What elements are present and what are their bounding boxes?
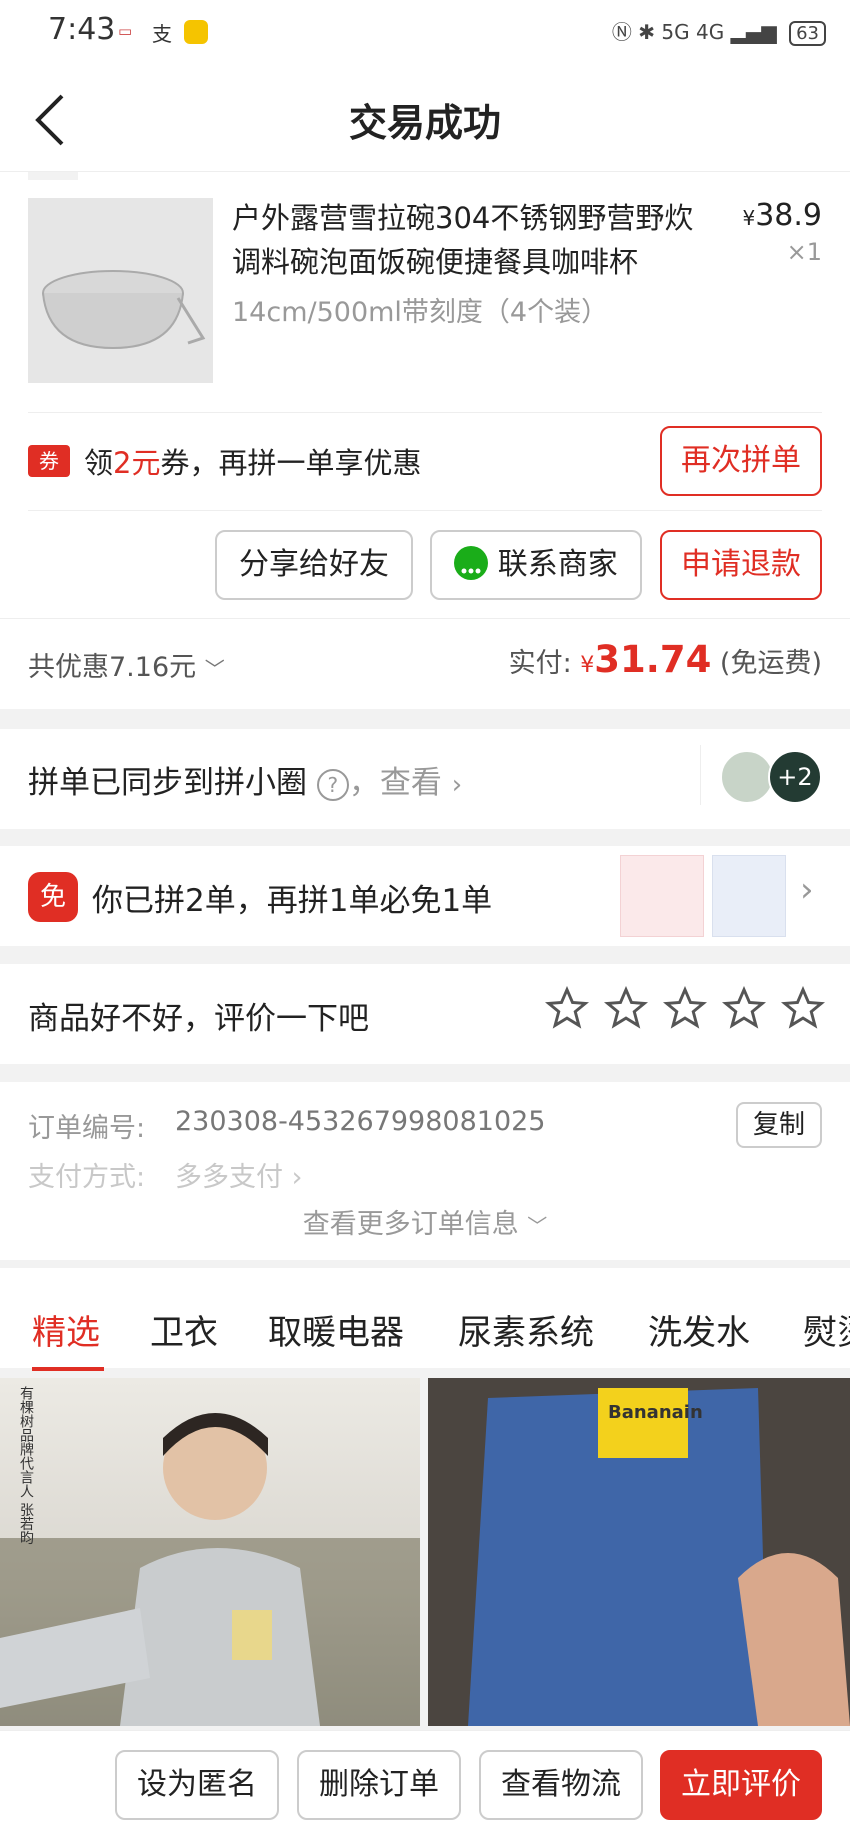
- feed-item-caption: 有棵树品牌代言人 张若昀: [18, 1386, 34, 1545]
- tab-ironing[interactable]: 熨烫: [803, 1305, 850, 1354]
- promo-thumbnail[interactable]: [620, 855, 704, 937]
- tab-indicator: [32, 1367, 104, 1371]
- copy-button[interactable]: 复制: [736, 1102, 822, 1148]
- star-icon[interactable]: [604, 986, 648, 1030]
- sync-text-wrap: 拼单已同步到拼小圈 ? ，查看 ›: [28, 757, 462, 802]
- star-icon[interactable]: [722, 986, 766, 1030]
- feed-item-caption: Bananain: [608, 1402, 703, 1423]
- sync-text: 拼单已同步到拼小圈: [28, 765, 307, 801]
- product-quantity: ×1: [786, 238, 822, 266]
- chevron-right-icon: ›: [291, 1162, 303, 1193]
- bluetooth-icon: ✱: [638, 20, 656, 44]
- discount-summary[interactable]: 共优惠7.16元 ﹀: [28, 645, 225, 684]
- sync-view-link[interactable]: ，查看: [349, 765, 442, 801]
- order-number-label: 订单编号:: [28, 1113, 146, 1144]
- coupon-tag: 券: [28, 445, 70, 477]
- discount-text: 共优惠7.16元: [28, 652, 197, 683]
- page-title: 交易成功: [348, 101, 501, 145]
- feed-item-image[interactable]: Bananain: [428, 1378, 850, 1726]
- refund-button[interactable]: 申请退款: [660, 530, 822, 600]
- order-number: 230308-453267998081025: [175, 1106, 546, 1137]
- payment-method[interactable]: 多多支付 ›: [175, 1155, 302, 1194]
- chevron-down-icon: ﹀: [204, 657, 225, 681]
- signal-label: 5G 4G: [661, 20, 725, 44]
- chevron-right-icon: ›: [451, 770, 463, 800]
- free-promo-text: 你已拼2单，再拼1单必免1单: [92, 883, 493, 919]
- star-icon[interactable]: [663, 986, 707, 1030]
- feed-item-image[interactable]: 有棵树品牌代言人 张若昀: [0, 1378, 420, 1726]
- alipay-icon: 支: [152, 22, 172, 46]
- paid-currency: ¥: [580, 653, 595, 678]
- status-right: Ⓝ ✱ 5G 4G ▂▄▆ 63: [612, 16, 826, 46]
- chevron-down-icon: ﹀: [527, 1214, 548, 1238]
- shipping-note: (免运费): [719, 648, 822, 679]
- chevron-right-icon: ›: [800, 870, 814, 910]
- avatar-more-count[interactable]: +2: [768, 750, 822, 804]
- paid-summary: 实付: ¥31.74 (免运费): [509, 638, 822, 681]
- tab-hoodie[interactable]: 卫衣: [150, 1305, 218, 1354]
- paid-amount: 31.74: [594, 638, 712, 681]
- delete-order-button[interactable]: 删除订单: [297, 1750, 461, 1820]
- product-spec: 14cm/500ml带刻度（4个装）: [232, 297, 609, 328]
- contact-seller-label: 联系商家: [497, 547, 618, 582]
- person-photo: [0, 1413, 420, 1726]
- socks-photo: [428, 1378, 850, 1726]
- price-value: 38.9: [755, 198, 822, 233]
- divider: [28, 412, 822, 413]
- divider: [28, 510, 822, 511]
- chat-icon: [454, 545, 489, 580]
- share-button[interactable]: 分享给好友: [215, 530, 413, 600]
- more-order-info[interactable]: 查看更多订单信息 ﹀: [0, 1202, 850, 1241]
- promo-thumbnail[interactable]: [712, 855, 786, 937]
- nfc-icon: Ⓝ: [611, 20, 632, 44]
- more-order-info-label: 查看更多订单信息: [302, 1209, 519, 1240]
- free-badge-icon: 免: [28, 872, 78, 922]
- product-price: ¥38.9: [742, 198, 822, 233]
- coupon-text[interactable]: 领2元券，再拼一单享优惠: [84, 440, 421, 482]
- payment-label: 支付方式:: [28, 1162, 146, 1193]
- coupon-amount: 2元: [113, 446, 161, 480]
- assistant-icon: [184, 20, 208, 44]
- status-bar: 7:43 ▭ 支 Ⓝ ✱ 5G 4G ▂▄▆ 63: [0, 0, 850, 62]
- status-time: 7:43: [48, 12, 116, 47]
- star-icon[interactable]: [545, 986, 589, 1030]
- paid-label: 实付:: [508, 648, 572, 679]
- review-prompt: 商品好不好，评价一下吧: [28, 1001, 369, 1037]
- tab-urea[interactable]: 尿素系统: [458, 1305, 594, 1354]
- tab-heaters[interactable]: 取暖电器: [268, 1305, 404, 1354]
- tab-featured[interactable]: 精选: [32, 1305, 100, 1354]
- battery-icon: 63: [789, 21, 826, 46]
- payment-method-value: 多多支付: [175, 1162, 283, 1193]
- bowl-icon: [42, 270, 206, 350]
- avatar[interactable]: [720, 750, 774, 804]
- product-image[interactable]: [28, 198, 213, 383]
- price-currency: ¥: [742, 206, 756, 230]
- star-icon[interactable]: [781, 986, 825, 1030]
- help-icon[interactable]: ?: [316, 768, 349, 801]
- tab-shampoo[interactable]: 洗发水: [648, 1305, 750, 1354]
- coupon-prefix: 领: [84, 446, 114, 480]
- product-title[interactable]: 户外露营雪拉碗304不锈钢野营野炊调料碗泡面饭碗便捷餐具咖啡杯: [232, 196, 722, 284]
- app-badge-icon: ▭: [118, 22, 133, 40]
- coupon-suffix: 券，再拼一单享优惠: [160, 446, 422, 480]
- review-now-button[interactable]: 立即评价: [660, 1750, 822, 1820]
- contact-seller-button[interactable]: 联系商家: [430, 530, 642, 600]
- divider-vertical: [700, 745, 701, 805]
- signal-icon: ▂▄▆: [730, 20, 777, 44]
- view-logistics-button[interactable]: 查看物流: [479, 1750, 643, 1820]
- set-anonymous-button[interactable]: 设为匿名: [115, 1750, 279, 1820]
- card-top-marker: [28, 172, 78, 180]
- rebuy-button[interactable]: 再次拼单: [660, 426, 822, 496]
